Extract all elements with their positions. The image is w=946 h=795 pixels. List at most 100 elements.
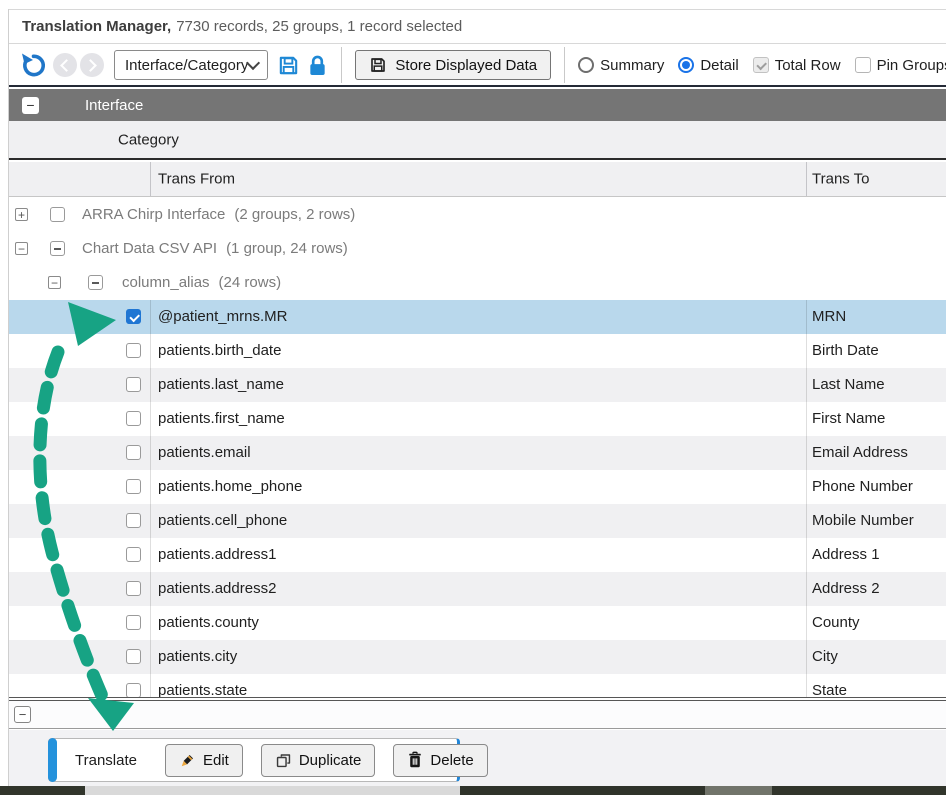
row-checkbox[interactable] bbox=[126, 445, 141, 460]
table-row[interactable]: patients.state State bbox=[8, 674, 946, 697]
row-checkbox[interactable] bbox=[126, 479, 141, 494]
table-row[interactable]: patients.email Email Address bbox=[8, 436, 946, 470]
column-divider bbox=[806, 334, 807, 368]
pin-groups-label: Pin Groups bbox=[877, 57, 946, 74]
row-checkbox[interactable] bbox=[126, 649, 141, 664]
table-row[interactable]: patients.last_name Last Name bbox=[8, 368, 946, 402]
record-count-summary: 7730 records, 25 groups, 1 record select… bbox=[176, 18, 462, 35]
table-row[interactable]: patients.address1 Address 1 bbox=[8, 538, 946, 572]
row-checkbox[interactable] bbox=[126, 615, 141, 630]
collapse-group-icon[interactable]: − bbox=[22, 97, 39, 114]
trans-from-cell: patients.address2 bbox=[158, 572, 276, 606]
group-checkbox[interactable] bbox=[50, 241, 65, 256]
table-row[interactable]: patients.birth_date Birth Date bbox=[8, 334, 946, 368]
total-row-label: Total Row bbox=[775, 57, 841, 74]
undo-icon[interactable] bbox=[20, 52, 47, 79]
grid-body: + ARRA Chirp Interface(2 groups, 2 rows)… bbox=[8, 198, 946, 697]
table-row[interactable]: patients.home_phone Phone Number bbox=[8, 470, 946, 504]
group-checkbox[interactable] bbox=[50, 207, 65, 222]
category-group-label: Category bbox=[118, 131, 179, 148]
column-divider bbox=[150, 504, 151, 538]
group-row[interactable]: + ARRA Chirp Interface(2 groups, 2 rows) bbox=[8, 198, 946, 232]
translation-manager-window: { "title": { "app": "Translation Manager… bbox=[0, 0, 946, 795]
column-divider bbox=[150, 470, 151, 504]
column-divider bbox=[806, 368, 807, 402]
column-divider bbox=[806, 470, 807, 504]
column-divider bbox=[150, 402, 151, 436]
group-checkbox[interactable] bbox=[88, 275, 103, 290]
copy-icon bbox=[275, 752, 292, 769]
column-divider bbox=[150, 538, 151, 572]
row-checkbox[interactable] bbox=[126, 513, 141, 528]
summary-radio[interactable] bbox=[578, 57, 594, 73]
trans-from-cell: patients.home_phone bbox=[158, 470, 302, 504]
group-accent-bar bbox=[48, 738, 57, 782]
group-row[interactable]: − Chart Data CSV API(1 group, 24 rows) bbox=[8, 232, 946, 266]
pencil-icon bbox=[179, 752, 196, 769]
trans-to-cell: Email Address bbox=[812, 436, 908, 470]
trans-to-cell: Mobile Number bbox=[812, 504, 914, 538]
column-header-trans-to[interactable]: Trans To bbox=[812, 171, 870, 188]
table-row[interactable]: patients.address2 Address 2 bbox=[8, 572, 946, 606]
view-dropdown-value: Interface/Category bbox=[125, 57, 248, 74]
row-checkbox[interactable] bbox=[126, 343, 141, 358]
tree-toggle-icon[interactable]: − bbox=[48, 276, 61, 289]
group-count: (2 groups, 2 rows) bbox=[234, 206, 355, 223]
column-header-trans-from[interactable]: Trans From bbox=[158, 171, 235, 188]
row-checkbox[interactable] bbox=[126, 309, 141, 324]
column-divider bbox=[150, 572, 151, 606]
column-divider bbox=[806, 674, 807, 697]
table-row[interactable]: patients.county County bbox=[8, 606, 946, 640]
tree-toggle-icon[interactable]: + bbox=[15, 208, 28, 221]
column-divider bbox=[806, 640, 807, 674]
trans-from-cell: @patient_mrns.MR bbox=[158, 300, 287, 334]
column-divider bbox=[150, 368, 151, 402]
translate-action-group: Translate Edit Duplicate Delete bbox=[48, 738, 460, 782]
trans-from-cell: patients.last_name bbox=[158, 368, 284, 402]
trans-from-cell: patients.cell_phone bbox=[158, 504, 287, 538]
interface-group-label: Interface bbox=[85, 97, 143, 114]
tree-toggle-icon[interactable]: − bbox=[15, 242, 28, 255]
table-row[interactable]: @patient_mrns.MR MRN bbox=[8, 300, 946, 334]
column-divider bbox=[806, 300, 807, 334]
row-checkbox[interactable] bbox=[126, 377, 141, 392]
back-button[interactable] bbox=[53, 53, 77, 77]
trans-from-cell: patients.city bbox=[158, 640, 237, 674]
view-dropdown[interactable]: Interface/Category bbox=[114, 50, 268, 80]
row-checkbox[interactable] bbox=[126, 547, 141, 562]
group-count: (24 rows) bbox=[219, 274, 282, 291]
trans-to-cell: Phone Number bbox=[812, 470, 913, 504]
save-icon bbox=[369, 56, 387, 74]
collapse-panel-icon[interactable]: − bbox=[14, 706, 31, 723]
translate-group-label: Translate bbox=[75, 752, 137, 769]
save-icon[interactable] bbox=[277, 54, 300, 77]
forward-button[interactable] bbox=[80, 53, 104, 77]
group-row[interactable]: − column_alias(24 rows) bbox=[8, 266, 946, 300]
delete-button[interactable]: Delete bbox=[393, 744, 487, 777]
bottom-edge-strip bbox=[0, 786, 946, 795]
pin-groups-checkbox[interactable] bbox=[855, 57, 871, 73]
back-icon bbox=[60, 59, 73, 72]
interface-group-bar: − Interface bbox=[8, 89, 946, 121]
total-row-checkbox[interactable] bbox=[753, 57, 769, 73]
trans-to-cell: First Name bbox=[812, 402, 885, 436]
table-row[interactable]: patients.first_name First Name bbox=[8, 402, 946, 436]
store-displayed-data-button[interactable]: Store Displayed Data bbox=[355, 50, 551, 80]
column-divider bbox=[806, 402, 807, 436]
toolbar-separator bbox=[564, 47, 565, 83]
table-row[interactable]: patients.cell_phone Mobile Number bbox=[8, 504, 946, 538]
column-divider bbox=[806, 436, 807, 470]
detail-radio[interactable] bbox=[678, 57, 694, 73]
group-count: (1 group, 24 rows) bbox=[226, 240, 348, 257]
row-checkbox[interactable] bbox=[126, 683, 141, 697]
lock-icon[interactable] bbox=[307, 54, 328, 77]
edit-button[interactable]: Edit bbox=[165, 744, 243, 777]
row-checkbox[interactable] bbox=[126, 411, 141, 426]
trans-to-cell: Last Name bbox=[812, 368, 885, 402]
trans-from-cell: patients.state bbox=[158, 674, 247, 697]
trans-from-cell: patients.birth_date bbox=[158, 334, 281, 368]
table-row[interactable]: patients.city City bbox=[8, 640, 946, 674]
row-checkbox[interactable] bbox=[126, 581, 141, 596]
duplicate-button[interactable]: Duplicate bbox=[261, 744, 376, 777]
table-left-border bbox=[8, 9, 9, 786]
